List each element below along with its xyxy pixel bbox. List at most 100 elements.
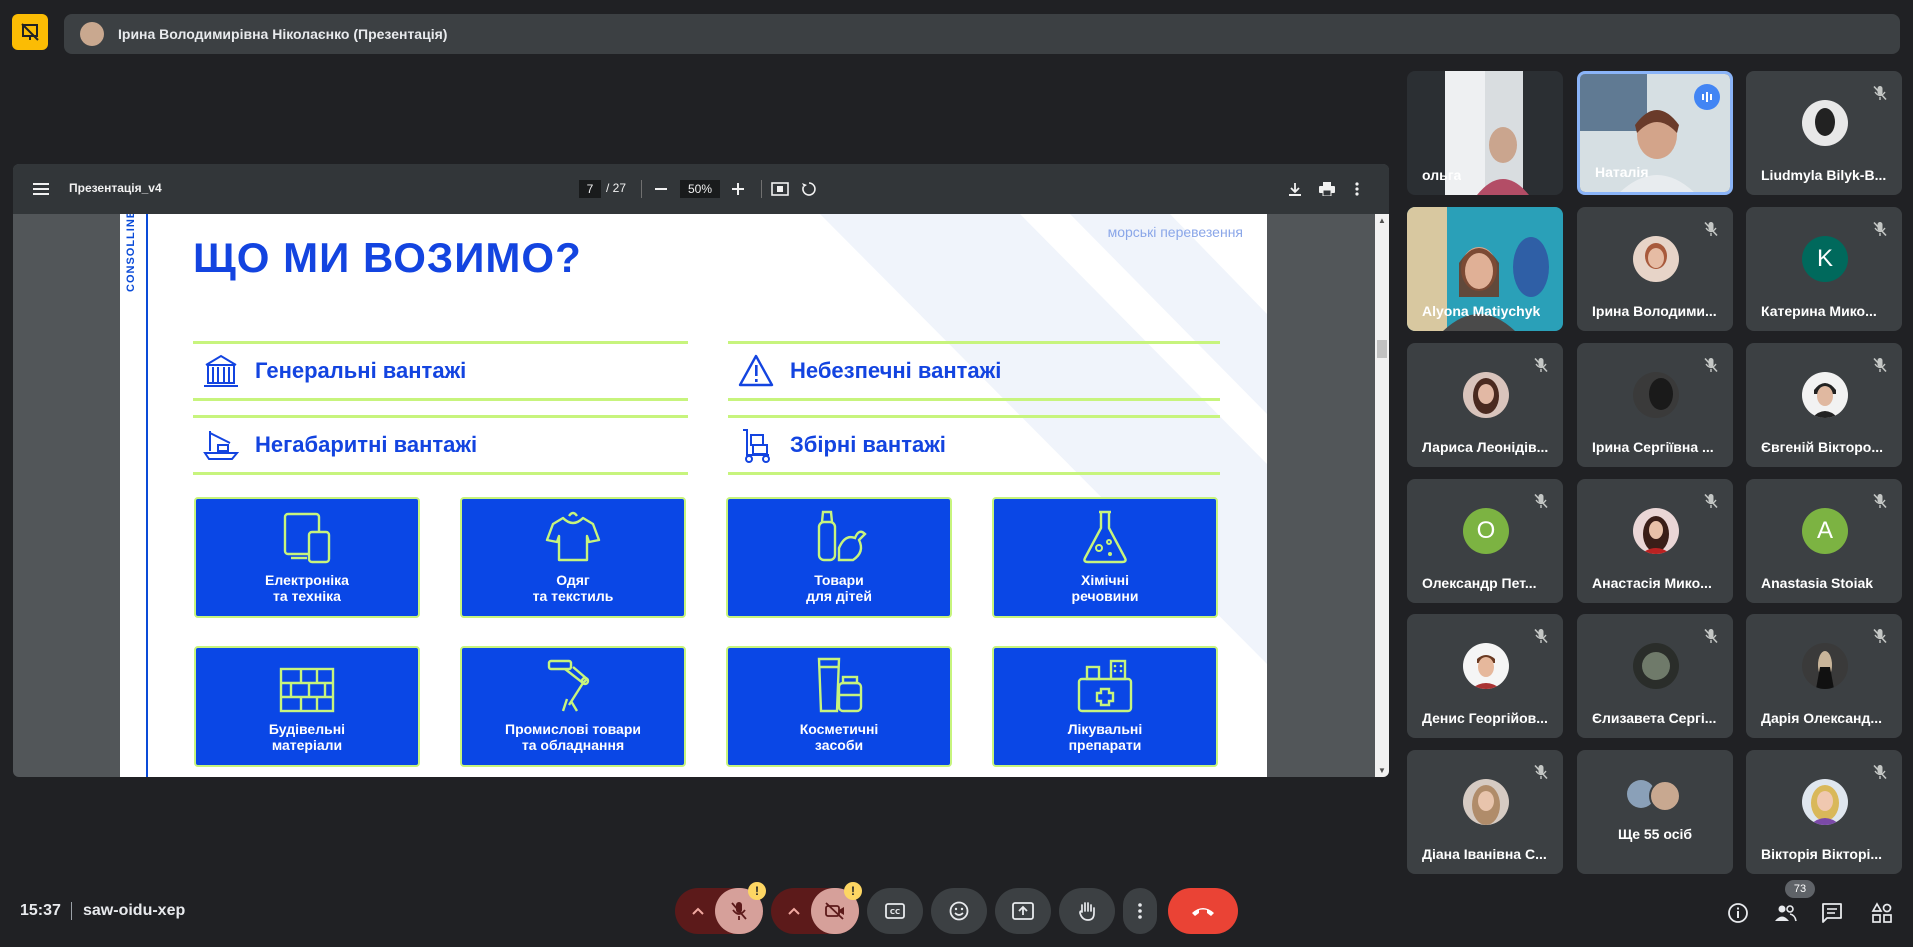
chat-icon[interactable] bbox=[1817, 898, 1847, 928]
participant-avatar bbox=[1463, 372, 1509, 418]
tile-label: Хімічні речовини bbox=[1071, 572, 1139, 604]
pdf-viewer: Презентація_v4 7 / 27 50% CONSOLLINE мор… bbox=[13, 164, 1389, 777]
muted-mic-icon bbox=[1703, 221, 1719, 237]
participant-tile[interactable]: A Anastasia Stoiak bbox=[1746, 479, 1902, 603]
participant-tile[interactable]: Liudmyla Bilyk-B... bbox=[1746, 71, 1902, 195]
shirt-icon bbox=[545, 511, 601, 562]
flask-icon bbox=[1083, 510, 1127, 564]
participant-avatar bbox=[1633, 372, 1679, 418]
tile-cosmetics: Косметичні засоби bbox=[726, 646, 952, 767]
fit-page-icon[interactable] bbox=[766, 175, 794, 203]
participant-tile[interactable]: Діана Іванівна С... bbox=[1407, 750, 1563, 874]
camera-options-chevron-icon[interactable] bbox=[781, 898, 807, 924]
raise-hand-button[interactable] bbox=[1059, 888, 1115, 934]
participant-name: Катерина Мико... bbox=[1761, 303, 1877, 319]
participant-avatar bbox=[1463, 779, 1509, 825]
reactions-button[interactable] bbox=[931, 888, 987, 934]
participant-avatar bbox=[1649, 780, 1681, 812]
muted-mic-icon bbox=[1703, 357, 1719, 373]
category-general: Генеральні вантажі bbox=[193, 341, 688, 401]
participant-tile[interactable]: Ірина Володими... bbox=[1577, 207, 1733, 331]
present-screen-button[interactable] bbox=[995, 888, 1051, 934]
presentation-off-icon[interactable] bbox=[12, 14, 48, 50]
muted-mic-icon bbox=[1533, 493, 1549, 509]
meeting-info-icon[interactable] bbox=[1723, 898, 1753, 928]
participant-avatar bbox=[1633, 508, 1679, 554]
zoom-in-icon[interactable] bbox=[724, 175, 752, 203]
print-icon[interactable] bbox=[1313, 175, 1341, 203]
more-vert-icon[interactable] bbox=[1343, 175, 1371, 203]
zoom-out-icon[interactable] bbox=[647, 175, 675, 203]
rotate-icon[interactable] bbox=[795, 175, 823, 203]
muted-mic-icon bbox=[1703, 493, 1719, 509]
tile-industrial: Промислові товари та обладнання bbox=[460, 646, 686, 767]
robot-arm-icon bbox=[547, 659, 590, 712]
participant-tile[interactable]: K Катерина Мико... bbox=[1746, 207, 1902, 331]
more-participants-tile[interactable]: Ще 55 осіб bbox=[1577, 750, 1733, 874]
page-number-input[interactable]: 7 bbox=[579, 180, 601, 198]
participant-tile[interactable]: Лариса Леонідів... bbox=[1407, 343, 1563, 467]
zoom-level-input[interactable]: 50% bbox=[680, 180, 720, 198]
category-oversized: Негабаритні вантажі bbox=[193, 415, 688, 475]
participant-name: Ірина Володими... bbox=[1592, 303, 1717, 319]
brand-line bbox=[146, 214, 148, 777]
baby-bottle-icon bbox=[817, 510, 867, 562]
participant-tile[interactable]: Денис Георгійов... bbox=[1407, 614, 1563, 738]
participant-tile[interactable]: Вікторія Вікторі... bbox=[1746, 750, 1902, 874]
category-dangerous: Небезпечні вантажі bbox=[728, 341, 1220, 401]
participant-tile[interactable]: Alyona Matiychyk bbox=[1407, 207, 1563, 331]
category-label: Небезпечні вантажі bbox=[790, 358, 1002, 383]
mic-options-chevron-icon[interactable] bbox=[685, 898, 711, 924]
participant-avatar bbox=[1802, 779, 1848, 825]
muted-mic-icon bbox=[1872, 628, 1888, 644]
tile-label: Лікувальні препарати bbox=[1067, 721, 1143, 753]
participant-tile[interactable]: Єлизавета Сергі... bbox=[1577, 614, 1733, 738]
toolbar-divider bbox=[761, 180, 762, 198]
participant-tile[interactable]: ольга bbox=[1407, 71, 1563, 195]
pdf-scrollbar[interactable]: ▲ ▼ bbox=[1375, 214, 1389, 777]
tile-clothing: Одяг та текстиль bbox=[460, 497, 686, 618]
muted-mic-icon bbox=[1533, 357, 1549, 373]
participant-name: Єлизавета Сергі... bbox=[1592, 710, 1717, 726]
svg-text:CC: CC bbox=[890, 908, 900, 916]
participant-tile[interactable]: Анастасія Мико... bbox=[1577, 479, 1733, 603]
participant-tile[interactable]: Дарія Олександ... bbox=[1746, 614, 1902, 738]
participant-name: ольга bbox=[1422, 167, 1462, 183]
bricks-icon bbox=[279, 667, 335, 713]
presenter-name: Ірина Володимирівна Ніколаєнко (Презента… bbox=[118, 26, 448, 42]
pdf-toolbar: Презентація_v4 7 / 27 50% bbox=[13, 164, 1389, 214]
activities-icon[interactable] bbox=[1867, 898, 1897, 928]
tile-label: Косметичні засоби bbox=[799, 721, 879, 753]
medkit-icon bbox=[1077, 659, 1133, 713]
scrollbar-thumb[interactable] bbox=[1377, 340, 1387, 358]
participant-name: Anastasia Stoiak bbox=[1761, 575, 1874, 591]
participant-tile-speaking[interactable]: Наталія bbox=[1577, 71, 1733, 195]
participant-avatar: О bbox=[1463, 508, 1509, 554]
muted-mic-icon bbox=[1872, 221, 1888, 237]
participant-name: Діана Іванівна С... bbox=[1422, 846, 1547, 862]
participant-avatar bbox=[1463, 643, 1509, 689]
participant-name: Денис Георгійов... bbox=[1422, 710, 1548, 726]
scroll-down-icon[interactable]: ▼ bbox=[1378, 766, 1386, 775]
slide-tag: морські перевезення bbox=[1107, 224, 1243, 240]
participant-name: Анастасія Мико... bbox=[1592, 575, 1712, 591]
participant-tile[interactable]: Євгеній Вікторо... bbox=[1746, 343, 1902, 467]
clock: 15:37 bbox=[20, 902, 61, 919]
participant-tile[interactable]: Ірина Сергіївна ... bbox=[1577, 343, 1733, 467]
participant-avatar bbox=[1633, 643, 1679, 689]
more-options-button[interactable] bbox=[1123, 888, 1157, 934]
crane-ship-icon bbox=[199, 427, 243, 463]
participant-name: Alyona Matiychyk bbox=[1422, 303, 1541, 319]
people-icon[interactable] bbox=[1770, 898, 1800, 928]
camera-warning-badge: ! bbox=[844, 882, 862, 900]
participant-tile[interactable]: О Олександр Пет... bbox=[1407, 479, 1563, 603]
present-to-all-icon bbox=[1012, 902, 1034, 920]
scroll-up-icon[interactable]: ▲ bbox=[1378, 216, 1386, 225]
page-total: / 27 bbox=[606, 181, 627, 195]
participant-name: Ірина Сергіївна ... bbox=[1592, 439, 1714, 455]
leave-call-button[interactable] bbox=[1168, 888, 1238, 934]
download-icon[interactable] bbox=[1281, 175, 1309, 203]
camera-off-icon bbox=[825, 902, 844, 920]
captions-button[interactable]: CC bbox=[867, 888, 923, 934]
menu-icon[interactable] bbox=[27, 175, 55, 203]
